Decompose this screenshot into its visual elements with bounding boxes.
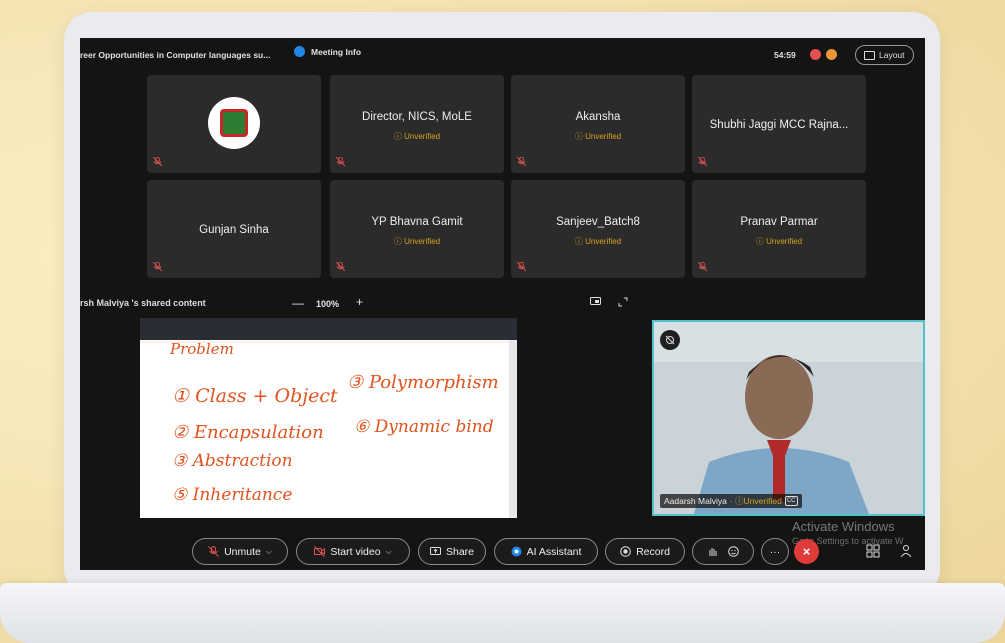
recording-indicator-icon bbox=[810, 49, 821, 60]
participant-tile[interactable]: YP Bhavna Gamit ⓘ Unverified bbox=[330, 180, 504, 278]
self-view-status: · ⓘUnverified bbox=[729, 496, 782, 506]
captions-icon: CC bbox=[784, 496, 798, 506]
end-call-button[interactable]: × bbox=[794, 539, 819, 564]
whiteboard-canvas: Problem ① Class + Object ③ Polymorphism … bbox=[140, 340, 509, 505]
participant-tile[interactable]: Pranav Parmar ⓘ Unverified bbox=[692, 180, 866, 278]
participant-name: Gunjan Sinha bbox=[199, 224, 269, 236]
speaker-badge-icon bbox=[660, 330, 680, 350]
presenter-video-icon bbox=[654, 322, 923, 514]
popout-icon[interactable] bbox=[590, 297, 601, 306]
laptop-base bbox=[0, 583, 1005, 643]
mic-muted-icon bbox=[153, 157, 162, 167]
handwriting-line: ① Class + Object bbox=[172, 385, 338, 407]
participant-tile[interactable]: Akansha ⓘ Unverified bbox=[511, 75, 685, 173]
shared-content-label: rsh Malviya 's shared content bbox=[80, 298, 206, 308]
layout-icon bbox=[864, 50, 875, 60]
participant-tile[interactable]: Shubhi Jaggi MCC Rajna... bbox=[692, 75, 866, 173]
participant-name: Director, NICS, MoLE bbox=[362, 111, 472, 123]
mic-muted-icon bbox=[698, 157, 707, 167]
zoom-in-button[interactable]: + bbox=[356, 295, 363, 309]
zoom-out-button[interactable]: — bbox=[292, 296, 304, 310]
shared-scrollbar bbox=[509, 340, 517, 518]
zoom-level: 100% bbox=[316, 299, 340, 309]
handwriting-line: ② Encapsulation bbox=[172, 422, 324, 443]
more-options-label: ··· bbox=[769, 545, 781, 558]
participant-status: ⓘ Unverified bbox=[755, 237, 803, 246]
participant-tile[interactable]: Director, NICS, MoLE ⓘ Unverified bbox=[330, 75, 504, 173]
apps-icon[interactable] bbox=[866, 544, 880, 558]
ai-assistant-label: AI Assistant bbox=[526, 545, 582, 558]
meeting-window: reer Opportunities in Computer languages… bbox=[80, 38, 925, 570]
participant-name: Shubhi Jaggi MCC Rajna... bbox=[709, 119, 849, 131]
meeting-timer: 54:59 bbox=[774, 50, 796, 60]
handwriting-line: ③ Polymorphism bbox=[347, 372, 499, 393]
emoji-icon[interactable] bbox=[728, 546, 739, 557]
participant-name: Akansha bbox=[575, 111, 621, 123]
organization-logo-icon bbox=[220, 109, 248, 137]
participant-status: ⓘ Unverified bbox=[574, 237, 622, 246]
info-icon bbox=[294, 46, 305, 57]
start-video-label: Start video bbox=[330, 545, 381, 558]
participant-status: ⓘ Unverified bbox=[393, 132, 441, 141]
layout-label: Layout bbox=[879, 50, 905, 60]
unmute-button[interactable]: Unmute ⌵ bbox=[192, 538, 288, 565]
raise-hand-icon[interactable] bbox=[707, 546, 718, 557]
mic-muted-icon bbox=[153, 262, 162, 272]
share-screen-icon bbox=[429, 547, 441, 555]
handwriting-line: ⑥ Dynamic bind bbox=[354, 417, 494, 437]
mic-muted-icon bbox=[698, 262, 707, 272]
shared-screen[interactable]: Problem ① Class + Object ③ Polymorphism … bbox=[140, 318, 517, 518]
record-label: Record bbox=[636, 545, 670, 558]
record-icon bbox=[620, 546, 631, 557]
reactions-group[interactable] bbox=[692, 538, 754, 565]
handwriting-line: ⑤ Inheritance bbox=[172, 485, 292, 505]
self-view-name: Aadarsh Malviya bbox=[664, 496, 727, 506]
chevron-down-icon: ⌵ bbox=[385, 546, 392, 556]
expand-icon[interactable] bbox=[618, 297, 628, 307]
meeting-info-button[interactable]: Meeting Info bbox=[294, 46, 361, 57]
start-video-button[interactable]: Start video ⌵ bbox=[296, 538, 410, 565]
handwriting-line: ③ Abstraction bbox=[172, 451, 293, 471]
unmute-label: Unmute bbox=[224, 545, 261, 558]
share-button[interactable]: Share bbox=[418, 538, 486, 565]
participant-tile[interactable] bbox=[147, 75, 321, 173]
mic-muted-icon bbox=[517, 157, 526, 167]
title-bar: reer Opportunities in Computer languages… bbox=[80, 38, 925, 70]
self-view-name-tag: Aadarsh Malviya · ⓘUnverified CC bbox=[660, 494, 802, 508]
activation-watermark-title: Activate Windows bbox=[792, 519, 895, 534]
video-off-icon bbox=[314, 546, 326, 557]
record-button[interactable]: Record bbox=[605, 538, 685, 565]
layout-button[interactable]: Layout bbox=[855, 45, 914, 65]
participants-icon[interactable] bbox=[900, 544, 914, 558]
participant-name: Pranav Parmar bbox=[740, 216, 818, 228]
shared-browser-chrome bbox=[140, 318, 517, 340]
participant-tile[interactable]: Gunjan Sinha bbox=[147, 180, 321, 278]
status-indicator-icon bbox=[826, 49, 837, 60]
chevron-down-icon: ⌵ bbox=[265, 546, 272, 556]
meeting-info-label: Meeting Info bbox=[311, 46, 362, 57]
ai-assistant-icon bbox=[511, 546, 522, 557]
participant-name: YP Bhavna Gamit bbox=[371, 216, 463, 228]
meeting-toolbar: Unmute ⌵ Start video ⌵ Share AI Assistan… bbox=[80, 538, 925, 570]
ai-assistant-button[interactable]: AI Assistant bbox=[494, 538, 598, 565]
more-options-button[interactable]: ··· bbox=[761, 538, 789, 565]
participant-status: ⓘ Unverified bbox=[393, 237, 441, 246]
mic-muted-icon bbox=[336, 157, 345, 167]
mic-muted-icon bbox=[208, 546, 219, 557]
mic-muted-icon bbox=[336, 262, 345, 272]
participant-tile[interactable]: Sanjeev_Batch8 ⓘ Unverified bbox=[511, 180, 685, 278]
meeting-title: reer Opportunities in Computer languages… bbox=[80, 50, 271, 60]
participant-logo bbox=[208, 97, 260, 149]
handwriting-line: Problem bbox=[169, 340, 234, 358]
self-view-video[interactable]: Aadarsh Malviya · ⓘUnverified CC bbox=[652, 320, 925, 516]
mic-muted-icon bbox=[517, 262, 526, 272]
share-label: Share bbox=[445, 545, 475, 558]
participant-status: ⓘ Unverified bbox=[574, 132, 622, 141]
participant-name: Sanjeev_Batch8 bbox=[556, 216, 640, 228]
